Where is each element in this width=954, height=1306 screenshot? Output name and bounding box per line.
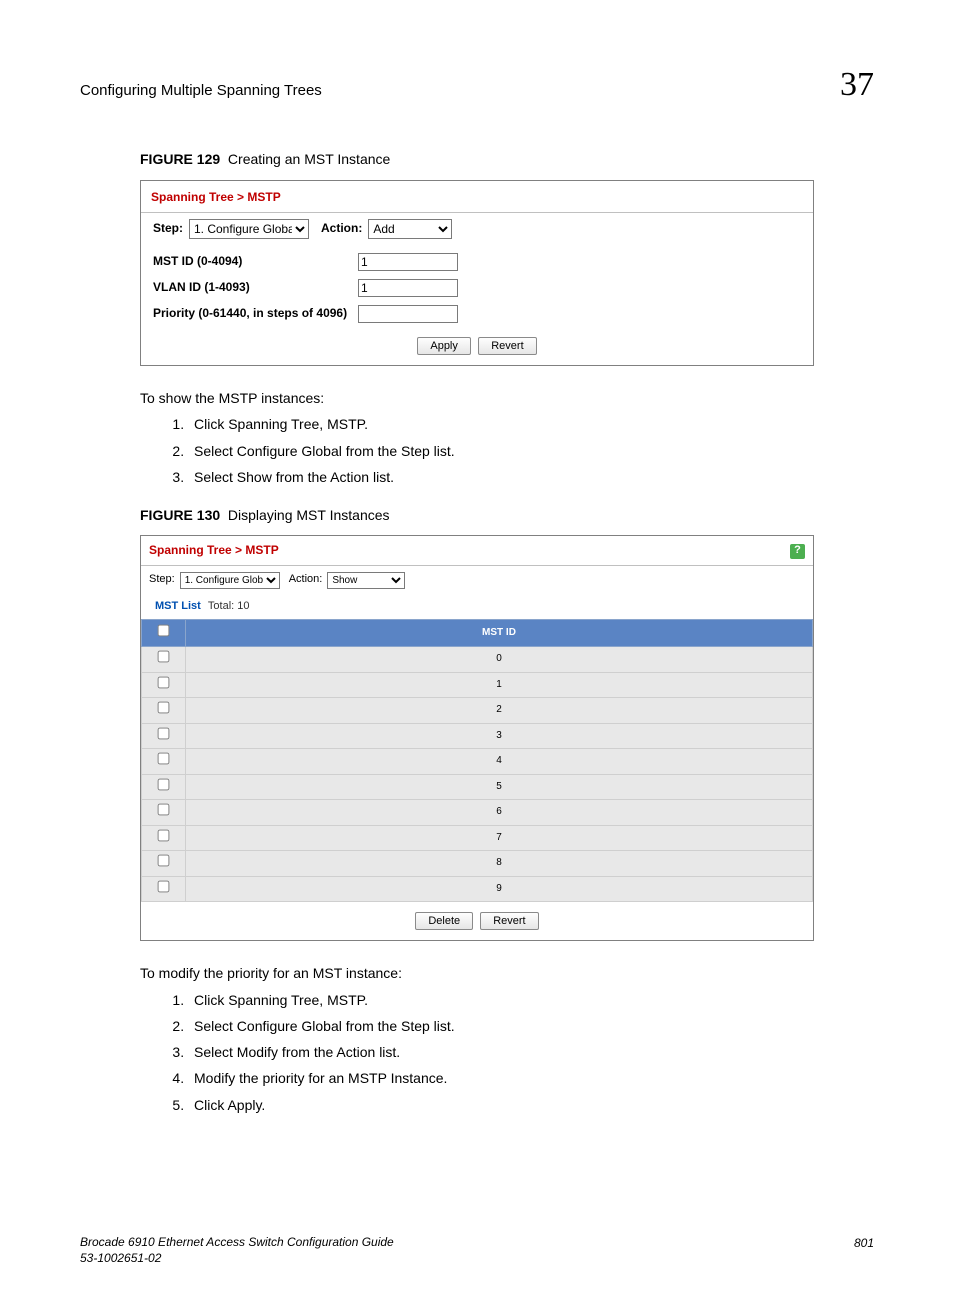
- table-row: 5: [142, 774, 813, 800]
- steps2: Click Spanning Tree, MSTP. Select Config…: [140, 990, 814, 1115]
- step: Select Configure Global from the Step li…: [188, 441, 814, 461]
- action-label: Action:: [321, 220, 362, 237]
- step: Select Modify from the Action list.: [188, 1042, 814, 1062]
- row-checkbox[interactable]: [158, 880, 170, 892]
- vlan-id-label: VLAN ID (1-4093): [153, 279, 358, 296]
- action-label-130: Action:: [289, 572, 323, 588]
- action-select[interactable]: Add: [368, 219, 452, 239]
- mst-list-title: MST List: [155, 600, 201, 612]
- header-checkbox-cell: [142, 619, 186, 647]
- row-checkbox[interactable]: [158, 778, 170, 790]
- mst-id-input[interactable]: [358, 253, 458, 271]
- step: Click Apply.: [188, 1095, 814, 1115]
- step-select[interactable]: 1. Configure Global: [189, 219, 309, 239]
- mst-id-cell: 6: [186, 800, 813, 826]
- column-mst-id: MST ID: [186, 619, 813, 647]
- figure130-title: Displaying MST Instances: [228, 507, 390, 523]
- mst-id-cell: 4: [186, 749, 813, 775]
- step-label: Step:: [153, 220, 183, 237]
- row-checkbox[interactable]: [158, 702, 170, 714]
- figure129-title: Creating an MST Instance: [228, 151, 390, 167]
- mst-id-cell: 8: [186, 851, 813, 877]
- mst-id-cell: 3: [186, 723, 813, 749]
- page-title: Configuring Multiple Spanning Trees: [80, 80, 322, 102]
- step: Click Spanning Tree, MSTP.: [188, 990, 814, 1010]
- page-footer: Brocade 6910 Ethernet Access Switch Conf…: [80, 1235, 874, 1266]
- footer-doc-number: 53-1002651-02: [80, 1251, 394, 1267]
- steps1: Click Spanning Tree, MSTP. Select Config…: [140, 414, 814, 487]
- panel130-breadcrumb: Spanning Tree > MSTP: [149, 542, 279, 559]
- step-label-130: Step:: [149, 572, 175, 588]
- priority-input[interactable]: [358, 305, 458, 323]
- total-value: 10: [237, 600, 249, 612]
- row-checkbox[interactable]: [158, 753, 170, 765]
- step: Modify the priority for an MSTP Instance…: [188, 1068, 814, 1088]
- row-checkbox[interactable]: [158, 855, 170, 867]
- total-label: Total:: [208, 600, 234, 612]
- footer-guide-title: Brocade 6910 Ethernet Access Switch Conf…: [80, 1235, 394, 1251]
- row-checkbox[interactable]: [158, 676, 170, 688]
- priority-label: Priority (0-61440, in steps of 4096): [153, 305, 358, 322]
- step: Click Spanning Tree, MSTP.: [188, 414, 814, 434]
- mst-id-cell: 9: [186, 876, 813, 902]
- table-row: 6: [142, 800, 813, 826]
- mst-id-cell: 0: [186, 647, 813, 673]
- help-icon[interactable]: ?: [790, 544, 805, 559]
- table-row: 3: [142, 723, 813, 749]
- footer-page-number: 801: [854, 1235, 874, 1266]
- apply-button[interactable]: Apply: [417, 337, 471, 355]
- table-row: 8: [142, 851, 813, 877]
- row-checkbox[interactable]: [158, 727, 170, 739]
- step-select-130[interactable]: 1. Configure Global: [180, 572, 280, 589]
- mst-id-cell: 2: [186, 698, 813, 724]
- figure129-caption: FIGURE 129 Creating an MST Instance: [140, 149, 814, 169]
- figure130-caption: FIGURE 130 Displaying MST Instances: [140, 505, 814, 525]
- select-all-checkbox[interactable]: [158, 624, 170, 636]
- row-checkbox[interactable]: [158, 651, 170, 663]
- panel129-breadcrumb: Spanning Tree > MSTP: [141, 181, 813, 213]
- mst-id-cell: 5: [186, 774, 813, 800]
- mst-id-cell: 1: [186, 672, 813, 698]
- vlan-id-input[interactable]: [358, 279, 458, 297]
- figure129-label: FIGURE 129: [140, 151, 220, 167]
- figure130-panel: Spanning Tree > MSTP ? Step: 1. Configur…: [140, 535, 814, 941]
- action-select-130[interactable]: Show: [327, 572, 405, 589]
- mst-id-label: MST ID (0-4094): [153, 253, 358, 270]
- table-row: 7: [142, 825, 813, 851]
- step: Select Configure Global from the Step li…: [188, 1016, 814, 1036]
- row-checkbox[interactable]: [158, 804, 170, 816]
- row-checkbox[interactable]: [158, 829, 170, 841]
- step: Select Show from the Action list.: [188, 467, 814, 487]
- table-row: 2: [142, 698, 813, 724]
- figure130-label: FIGURE 130: [140, 507, 220, 523]
- intro2: To modify the priority for an MST instan…: [140, 963, 814, 983]
- table-row: 4: [142, 749, 813, 775]
- chapter-number: 37: [840, 60, 874, 109]
- delete-button[interactable]: Delete: [415, 912, 473, 930]
- intro1: To show the MSTP instances:: [140, 388, 814, 408]
- table-row: 9: [142, 876, 813, 902]
- table-row: 0: [142, 647, 813, 673]
- mst-id-cell: 7: [186, 825, 813, 851]
- revert-button-130[interactable]: Revert: [480, 912, 538, 930]
- table-row: 1: [142, 672, 813, 698]
- mst-table: MST ID 0 1 2 3 4 5 6 7 8 9: [141, 619, 813, 903]
- figure129-panel: Spanning Tree > MSTP Step: 1. Configure …: [140, 180, 814, 366]
- revert-button[interactable]: Revert: [478, 337, 536, 355]
